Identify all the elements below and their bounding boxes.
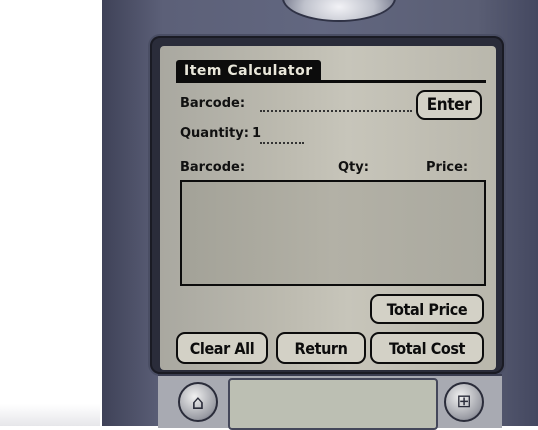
quantity-input[interactable]: 1 [252, 126, 261, 141]
title-rule [176, 80, 486, 83]
app-title: Item Calculator [176, 60, 321, 82]
barcode-input[interactable] [260, 110, 412, 112]
items-list[interactable] [180, 180, 486, 286]
background-shadow [0, 404, 100, 426]
home-icon[interactable]: ⌂ [178, 382, 218, 422]
enter-button[interactable]: Enter [416, 90, 482, 120]
grid-icon[interactable]: ⊞ [444, 382, 484, 422]
palm-screen: Item Calculator Barcode: Enter Quantity:… [160, 46, 496, 370]
column-header-qty: Qty: [338, 160, 369, 175]
graffiti-area[interactable] [228, 378, 438, 430]
quantity-underline [260, 142, 304, 144]
return-button[interactable]: Return [276, 332, 366, 364]
total-price-button[interactable]: Total Price [370, 294, 484, 324]
total-cost-button[interactable]: Total Cost [370, 332, 484, 364]
column-header-price: Price: [426, 160, 469, 175]
clear-all-button[interactable]: Clear All [176, 332, 268, 364]
barcode-label: Barcode: [180, 96, 246, 111]
quantity-label: Quantity: [180, 126, 249, 141]
column-header-barcode: Barcode: [180, 160, 246, 175]
